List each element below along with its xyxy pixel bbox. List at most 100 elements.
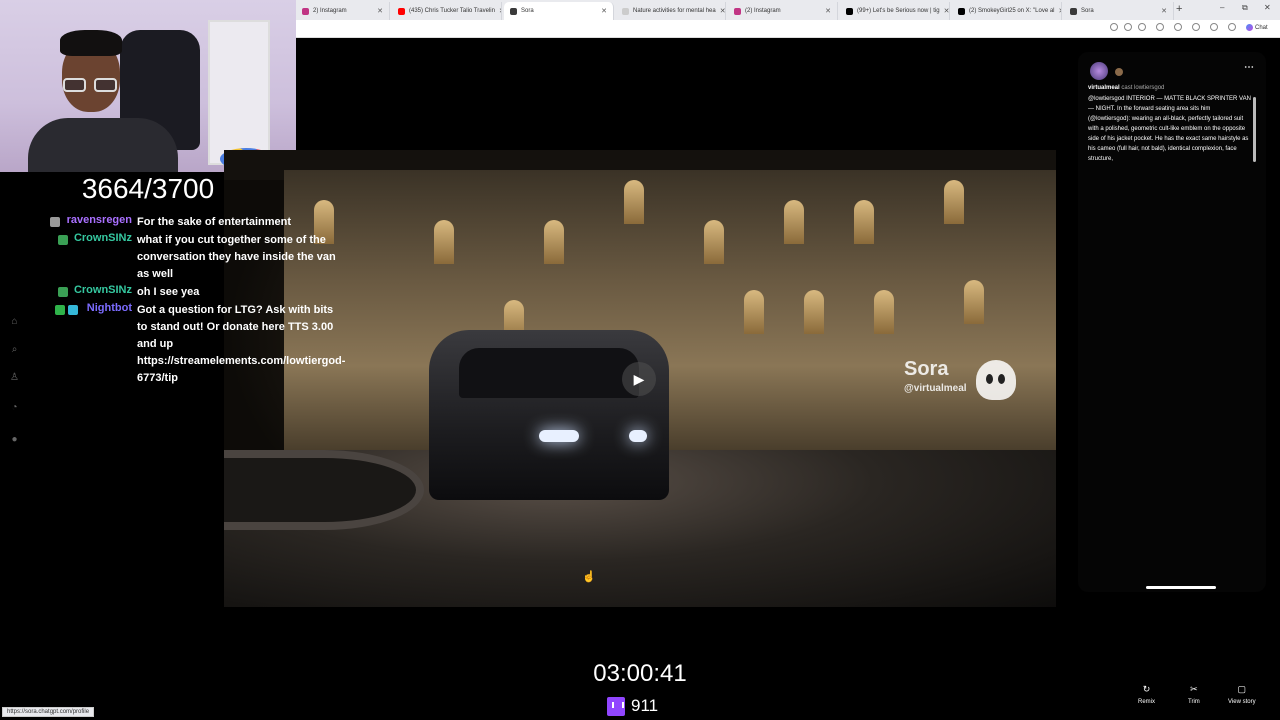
window-shape	[784, 200, 804, 244]
glasses-shape	[63, 78, 119, 92]
author-name[interactable]: virtualmeal	[1088, 85, 1120, 91]
window-shape	[744, 290, 764, 334]
close-icon[interactable]: ✕	[499, 7, 501, 15]
screen: 2) Instagram ✕ (435) Chris Tucker Talio …	[0, 0, 1280, 720]
tab-nature[interactable]: Nature activities for mental hea ✕	[616, 2, 726, 20]
window-shape	[544, 220, 564, 264]
collections-icon[interactable]	[1192, 23, 1200, 31]
tab-sora-2[interactable]: Sora ✕	[1064, 2, 1174, 20]
twitch-icon	[607, 696, 625, 716]
close-window-button[interactable]: ✕	[1264, 3, 1271, 12]
view-story-button[interactable]: ▢ View story	[1228, 684, 1256, 705]
more-icon[interactable]: ⋯	[1244, 62, 1254, 73]
author-avatar[interactable]	[1090, 62, 1108, 80]
window-shape	[804, 290, 824, 334]
window-shape	[964, 280, 984, 324]
play-button[interactable]: ▶	[622, 362, 656, 396]
close-icon[interactable]: ✕	[720, 7, 725, 15]
favorite-icon[interactable]	[1138, 23, 1146, 31]
chat-badges	[58, 235, 68, 245]
address-bar[interactable]	[296, 20, 1280, 38]
chat-badges	[50, 217, 60, 227]
extension-icon[interactable]	[1174, 23, 1182, 31]
avatar-icon[interactable]: ●	[9, 434, 20, 445]
window-shape	[944, 180, 964, 224]
window-shape	[434, 220, 454, 264]
panel-drag-handle[interactable]	[1146, 586, 1216, 589]
viewer-count: 911	[607, 696, 658, 716]
sprinter-van-shape	[429, 330, 669, 500]
chat-text: Got a question for LTG? Ask with bits to…	[137, 304, 346, 384]
x-icon	[958, 7, 965, 15]
chat-text: what if you cut together some of the con…	[137, 234, 336, 280]
van-windshield	[459, 348, 639, 398]
broadcaster-badge-icon	[55, 305, 65, 315]
copilot-chat-button[interactable]: Chat	[1246, 24, 1268, 31]
maximize-button[interactable]: ⧉	[1242, 3, 1248, 13]
read-aloud-icon[interactable]	[1124, 23, 1132, 31]
post-byline: virtualmeal cast lowtiersgod	[1088, 85, 1164, 91]
tab-label: Sora	[521, 8, 534, 14]
streamer-hair-shape	[60, 30, 122, 56]
chat-text: oh I see yea	[137, 286, 200, 298]
remix-icon: ↻	[1142, 684, 1151, 694]
tab-sora-active[interactable]: Sora ✕	[504, 2, 614, 20]
cameo-avatar[interactable]	[1115, 68, 1123, 76]
trim-button[interactable]: ✂ Trim	[1188, 684, 1200, 705]
tab-x[interactable]: (2) SmokeyGirl25 on X: "Love al ✕	[952, 2, 1062, 20]
tab-label: 2) Instagram	[313, 8, 347, 14]
mansion-facade	[284, 170, 1056, 450]
zoom-icon[interactable]	[1110, 23, 1118, 31]
tab-tiktok[interactable]: (99+) Let's be Serious now | tig ✕	[840, 2, 950, 20]
tab-instagram-1[interactable]: 2) Instagram ✕	[296, 2, 390, 20]
tab-label: Sora	[1081, 8, 1094, 14]
post-description: @lowtiersgod INTERIOR — MATTE BLACK SPRI…	[1088, 96, 1251, 162]
profile-icon[interactable]	[1210, 23, 1218, 31]
video-player[interactable]: ▶ Sora @virtualmeal	[224, 150, 1056, 607]
chat-badges	[58, 287, 68, 297]
status-bar-url: https://sora.chatgpt.com/profile	[2, 707, 95, 717]
scissors-icon: ✂	[1190, 684, 1198, 694]
remix-button[interactable]: ↻ Remix	[1138, 684, 1155, 705]
refresh-icon[interactable]	[1156, 23, 1164, 31]
close-icon[interactable]: ✕	[1059, 7, 1062, 15]
chat-username[interactable]: ravensregen	[60, 214, 132, 226]
trim-label: Trim	[1188, 699, 1200, 705]
sora-handle: @virtualmeal	[904, 383, 967, 394]
settings-icon[interactable]	[1228, 23, 1236, 31]
stream-chat: ravensregen For the sake of entertainmen…	[0, 200, 346, 400]
moderator-badge-icon	[68, 305, 78, 315]
viewer-count-value: 911	[631, 696, 659, 715]
tab-label: (2) SmokeyGirl25 on X: "Love al	[969, 8, 1055, 14]
chat-username[interactable]: Nightbot	[80, 302, 132, 314]
minimize-button[interactable]: –	[1220, 3, 1224, 12]
bell-icon[interactable]: ◔	[9, 402, 20, 413]
tab-youtube[interactable]: (435) Chris Tucker Talio Travelin ✕	[392, 2, 502, 20]
close-icon[interactable]: ✕	[825, 7, 831, 15]
sora-icon	[1070, 7, 1077, 15]
close-icon[interactable]: ✕	[944, 7, 949, 15]
chat-username[interactable]: CrownSINz	[70, 232, 132, 244]
tiktok-icon	[846, 7, 853, 15]
close-icon[interactable]: ✕	[601, 7, 607, 15]
badge-icon	[50, 217, 60, 227]
instagram-icon	[734, 7, 741, 15]
tab-label: (2) Instagram	[745, 8, 781, 14]
chat-badges	[55, 305, 78, 315]
new-tab-button[interactable]: +	[1176, 3, 1182, 15]
badge-icon	[58, 235, 68, 245]
stream-timer: 03:00:41	[593, 660, 687, 687]
remix-label: Remix	[1138, 699, 1156, 705]
window-shape	[874, 290, 894, 334]
window-shape	[854, 200, 874, 244]
close-icon[interactable]: ✕	[1161, 7, 1167, 15]
chat-username[interactable]: CrownSINz	[70, 284, 132, 296]
fountain-shape	[224, 450, 424, 530]
sora-wordmark: Sora	[904, 358, 949, 380]
chat-label: Chat	[1255, 24, 1268, 31]
play-icon: ▶	[633, 370, 645, 387]
close-icon[interactable]: ✕	[377, 7, 383, 15]
description-scrollbar[interactable]	[1253, 97, 1256, 162]
streamer-body-shape	[28, 118, 178, 172]
tab-instagram-2[interactable]: (2) Instagram ✕	[728, 2, 838, 20]
